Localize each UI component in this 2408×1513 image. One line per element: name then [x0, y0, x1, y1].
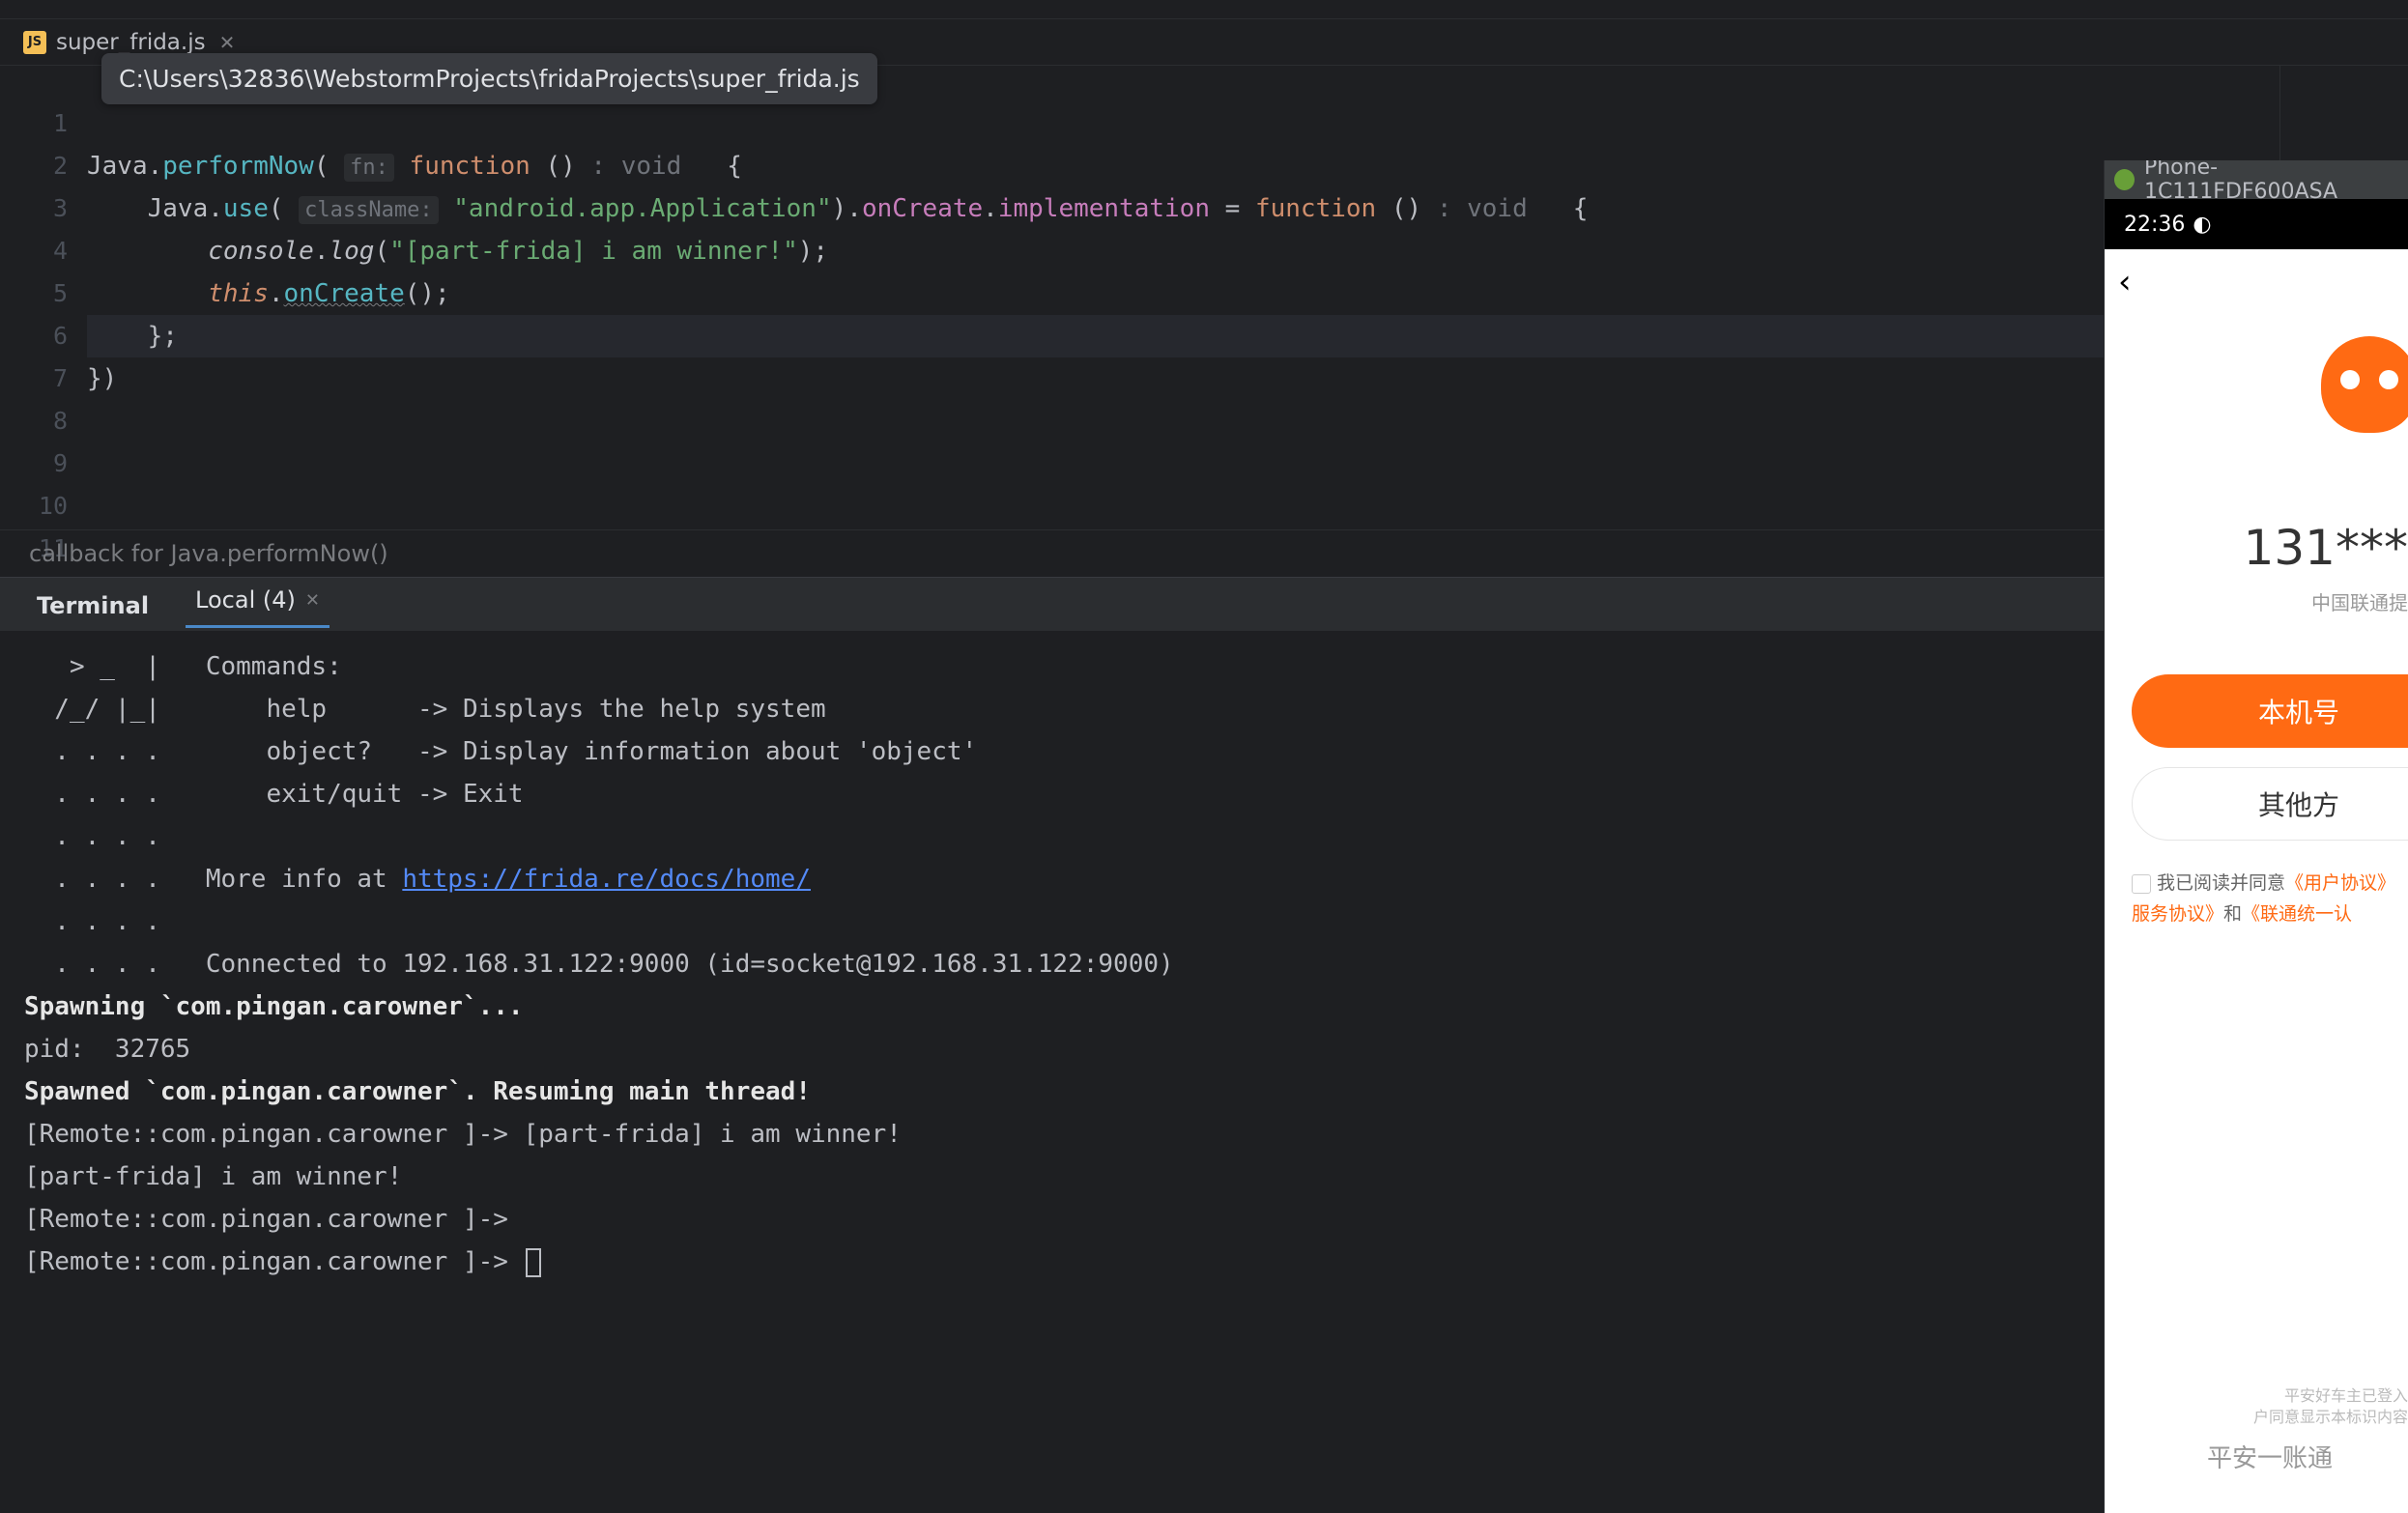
- terminal-line: Spawned `com.pingan.carowner`. Resuming …: [24, 1071, 2384, 1113]
- breadcrumb: callback for Java.performNow(): [0, 529, 2408, 577]
- watermark: 平安好车主已登入户同意显示本标识内容: [2253, 1385, 2408, 1428]
- code-line-2[interactable]: Java.performNow( fn: function () : void …: [87, 145, 2408, 187]
- terminal-prompt[interactable]: [Remote::com.pingan.carowner ]->: [24, 1241, 2384, 1283]
- app-logo-icon: [2321, 336, 2408, 452]
- agreement-text: 我已阅读并同意《用户协议》 服务协议》和《联通统一认: [2132, 868, 2395, 929]
- line-gutter: 1 2 3 4 5 6 7 8 9 10 11: [0, 66, 87, 529]
- code-editor[interactable]: 1 2 3 4 5 6 7 8 9 10 11 Java.performNow(…: [0, 66, 2408, 529]
- device-mirror-panel: Phone-1C111FDF600ASA 22:36 ◐ ‹ 131*** 中国…: [2104, 160, 2408, 1513]
- code-line-8[interactable]: [87, 400, 2408, 442]
- bottom-panel-tabs: Terminal Local (4) ✕: [0, 577, 2408, 631]
- terminal-line: . . . . Connected to 192.168.31.122:9000…: [24, 943, 2384, 985]
- terminal-line: pid: 32765: [24, 1028, 2384, 1071]
- tab-filename: super_frida.js: [56, 30, 206, 55]
- brand-label: 平安一账通: [2132, 1439, 2408, 1474]
- terminal-line: [part-frida] i am winner!: [24, 1156, 2384, 1198]
- user-agreement-link[interactable]: 《用户协议》: [2285, 872, 2395, 894]
- back-icon[interactable]: ‹: [2118, 263, 2132, 301]
- login-this-number-button[interactable]: 本机号: [2132, 674, 2408, 748]
- close-icon[interactable]: ✕: [219, 31, 236, 54]
- code-line-7[interactable]: }): [87, 357, 2408, 400]
- code-line-9[interactable]: [87, 442, 2408, 485]
- device-title-bar[interactable]: Phone-1C111FDF600ASA: [2105, 160, 2408, 199]
- code-content[interactable]: Java.performNow( fn: function () : void …: [87, 66, 2408, 529]
- code-line-6[interactable]: };: [87, 315, 2408, 357]
- terminal-output[interactable]: > _ | Commands: /_/ |_| help -> Displays…: [0, 631, 2408, 1298]
- code-line-5[interactable]: this.onCreate();: [87, 272, 2408, 315]
- terminal-line: . . . . object? -> Display information a…: [24, 730, 2384, 773]
- terminal-line: [Remote::com.pingan.carowner ]->: [24, 1198, 2384, 1241]
- agreement-checkbox[interactable]: [2132, 874, 2151, 894]
- terminal-tab[interactable]: Terminal: [29, 579, 157, 631]
- terminal-line: Spawning `com.pingan.carowner`...: [24, 985, 2384, 1028]
- android-icon: [2114, 169, 2135, 190]
- code-line-4[interactable]: console.log("[part-frida] i am winner!")…: [87, 230, 2408, 272]
- status-icon: ◐: [2193, 213, 2211, 237]
- title-bar: [0, 0, 2408, 19]
- js-file-icon: JS: [23, 31, 46, 54]
- file-path-tooltip: C:\Users\32836\WebstormProjects\fridaPro…: [101, 53, 877, 104]
- device-name: Phone-1C111FDF600ASA: [2144, 160, 2398, 204]
- terminal-line: . . . . More info at https://frida.re/do…: [24, 858, 2384, 900]
- code-line-10[interactable]: [87, 485, 2408, 528]
- device-screen[interactable]: ‹ 131*** 中国联通提 本机号 其他方 我已阅读并同意《用户协议》 服务协…: [2105, 249, 2408, 1513]
- carrier-note: 中国联通提: [2311, 587, 2408, 615]
- service-agreement-link[interactable]: 服务协议》: [2132, 903, 2223, 925]
- masked-phone-number: 131***: [2244, 520, 2408, 576]
- terminal-line: > _ | Commands:: [24, 645, 2384, 688]
- close-icon[interactable]: ✕: [305, 590, 320, 611]
- code-line-1[interactable]: [87, 102, 2408, 145]
- terminal-line: . . . . exit/quit -> Exit: [24, 773, 2384, 815]
- docs-link[interactable]: https://frida.re/docs/home/: [402, 865, 811, 894]
- device-time: 22:36: [2124, 213, 2185, 237]
- code-line-3[interactable]: Java.use( className: "android.app.Applic…: [87, 187, 2408, 230]
- terminal-line: /_/ |_| help -> Displays the help system: [24, 688, 2384, 730]
- cursor-icon: [526, 1248, 541, 1277]
- terminal-line: . . . .: [24, 815, 2384, 858]
- unicom-agreement-link[interactable]: 《联通统一认: [2242, 903, 2352, 925]
- device-status-bar: 22:36 ◐: [2105, 199, 2408, 249]
- terminal-session-tab[interactable]: Local (4) ✕: [186, 581, 330, 628]
- other-login-button[interactable]: 其他方: [2132, 767, 2408, 841]
- terminal-line: . . . .: [24, 900, 2384, 943]
- terminal-line: [Remote::com.pingan.carowner ]-> [part-f…: [24, 1113, 2384, 1156]
